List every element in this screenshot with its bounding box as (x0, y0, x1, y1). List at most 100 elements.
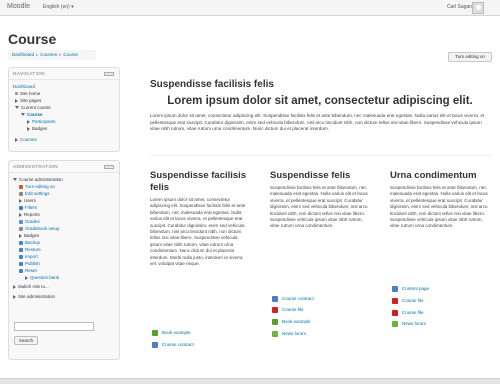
admin-course-administration[interactable]: Course administration (13, 177, 63, 182)
collapsed-arrow-icon (19, 198, 22, 203)
activity-label: Content page (402, 286, 430, 292)
admin-gradebook-setup[interactable]: Gradebook setup (19, 226, 60, 231)
activity-label: News forum (402, 321, 427, 327)
nav-site-pages[interactable]: Site pages (15, 98, 41, 103)
administration-block: ADMINISTRATION Course administration Tur… (8, 160, 120, 360)
admin-filters-label: Filters (25, 205, 38, 210)
section-summary: Lorem ipsum dolor sit amet, consectetur … (150, 113, 485, 131)
nav-participants[interactable]: Participants (27, 119, 56, 124)
nav-dashboard[interactable]: Dashboard (13, 84, 35, 89)
admin-grades[interactable]: Grades (19, 219, 40, 224)
block-controls-icon[interactable] (104, 165, 114, 169)
admin-search-input[interactable] (14, 322, 94, 331)
block-header: NAVIGATION (9, 68, 119, 80)
activity-course-file[interactable]: Course file (392, 298, 424, 304)
nav-courses[interactable]: Courses (15, 137, 37, 142)
activity-course-file[interactable]: Course file (272, 307, 304, 313)
topic-text: Suspendisse facilisis felis et ante bibe… (270, 185, 368, 229)
admin-site-administration[interactable]: Site administration (13, 294, 55, 299)
activity-label: Book example (282, 319, 311, 325)
admin-switch-role[interactable]: Switch role to... (13, 284, 49, 289)
admin-import[interactable]: Import (19, 254, 38, 259)
collapsed-arrow-icon (13, 294, 16, 299)
nav-course-label: Course (27, 112, 43, 117)
navbar: Moodle English (en) ▾ Carl Sagan (0, 0, 500, 16)
expanded-arrow-icon (13, 178, 17, 182)
nav-badges[interactable]: Badges (27, 126, 47, 131)
admin-switch-role-label: Switch role to... (18, 284, 49, 289)
breadcrumb-course[interactable]: Course (63, 52, 78, 57)
admin-reports[interactable]: Reports (19, 212, 40, 217)
activity-label: Course file (402, 310, 424, 316)
file-icon (272, 296, 278, 302)
nav-courses-label: Courses (20, 137, 37, 142)
activity-course-contract[interactable]: Course contract (272, 296, 314, 302)
collapsed-arrow-icon (13, 284, 16, 289)
admin-turn-editing-on[interactable]: Turn editing on (19, 184, 55, 189)
admin-grades-label: Grades (25, 219, 40, 224)
admin-reset[interactable]: Reset (19, 268, 37, 273)
filter-icon (19, 205, 23, 210)
admin-restore[interactable]: Restore (19, 247, 41, 252)
collapsed-arrow-icon (15, 98, 18, 103)
search-button[interactable]: Search (14, 336, 38, 345)
site-brand[interactable]: Moodle (7, 3, 30, 10)
admin-question-bank-label: Question bank (30, 275, 60, 280)
admin-import-label: Import (25, 254, 38, 259)
turn-editing-on-button[interactable]: Turn editing on (448, 52, 492, 62)
admin-question-bank[interactable]: Question bank (25, 275, 59, 280)
activity-news-forum[interactable]: News forum (392, 321, 426, 327)
expanded-arrow-icon (21, 113, 25, 117)
activity-label: Course file (282, 307, 304, 313)
forum-icon (392, 321, 398, 327)
block-controls-icon[interactable] (104, 72, 114, 76)
pdf-icon (272, 307, 278, 313)
publish-icon (19, 261, 23, 266)
avatar[interactable] (472, 2, 484, 14)
navigation-block: NAVIGATION Dashboard Site home Site page… (8, 67, 120, 152)
breadcrumb: Dashboard ▸ Courses ▸ Course (8, 50, 96, 60)
admin-reports-label: Reports (24, 212, 40, 217)
nav-current-course-label: Current course (21, 105, 51, 110)
bullet-icon (15, 92, 18, 96)
admin-filters[interactable]: Filters (19, 205, 37, 210)
collapsed-arrow-icon (19, 212, 22, 217)
activity-course-file[interactable]: Course file (392, 310, 424, 316)
collapsed-arrow-icon (25, 275, 28, 280)
book-icon (272, 319, 278, 325)
breadcrumb-courses[interactable]: Courses (40, 52, 57, 57)
activity-label: News forum (282, 331, 307, 337)
activity-book-example[interactable]: Book example (152, 330, 191, 336)
admin-backup[interactable]: Backup (19, 240, 40, 245)
topic-heading: Suspendisse felis (270, 170, 351, 181)
nav-course[interactable]: Course (21, 112, 43, 117)
collapsed-arrow-icon (27, 119, 30, 124)
admin-publish-label: Publish (25, 261, 40, 266)
nav-current-course[interactable]: Current course (15, 105, 51, 110)
breadcrumb-dashboard[interactable]: Dashboard (12, 52, 34, 57)
activity-label: Course contract (282, 296, 314, 302)
topic-column-3: Urna condimentum Suspendisse facilisis f… (390, 170, 490, 230)
admin-badges-label: Badges (24, 233, 40, 238)
grades-icon (19, 219, 23, 224)
topic-heading: Urna condimentum (390, 170, 477, 181)
nav-site-home[interactable]: Site home (15, 91, 40, 96)
pdf-icon (392, 310, 398, 316)
admin-users-label: Users (24, 198, 36, 203)
admin-course-administration-label: Course administration (19, 177, 63, 182)
nav-site-home-label: Site home (20, 91, 41, 96)
activity-content-page[interactable]: Content page (392, 286, 429, 292)
page-bottom-edge (0, 378, 500, 384)
admin-users[interactable]: Users (19, 198, 36, 203)
collapsed-arrow-icon (27, 126, 30, 131)
admin-badges[interactable]: Badges (19, 233, 39, 238)
admin-publish[interactable]: Publish (19, 261, 40, 266)
activity-course-contract[interactable]: Course contract (152, 342, 194, 348)
activity-label: Course file (402, 298, 424, 304)
topic-column-1: Suspendisse facilisis felis Lorem ipsum … (150, 170, 250, 267)
admin-edit-settings[interactable]: Edit settings (19, 191, 50, 196)
language-menu[interactable]: English (en) ▾ (43, 4, 74, 10)
user-name[interactable]: Carl Sagan (447, 4, 472, 10)
activity-book-example[interactable]: Book example (272, 319, 311, 325)
activity-news-forum[interactable]: News forum (272, 331, 306, 337)
